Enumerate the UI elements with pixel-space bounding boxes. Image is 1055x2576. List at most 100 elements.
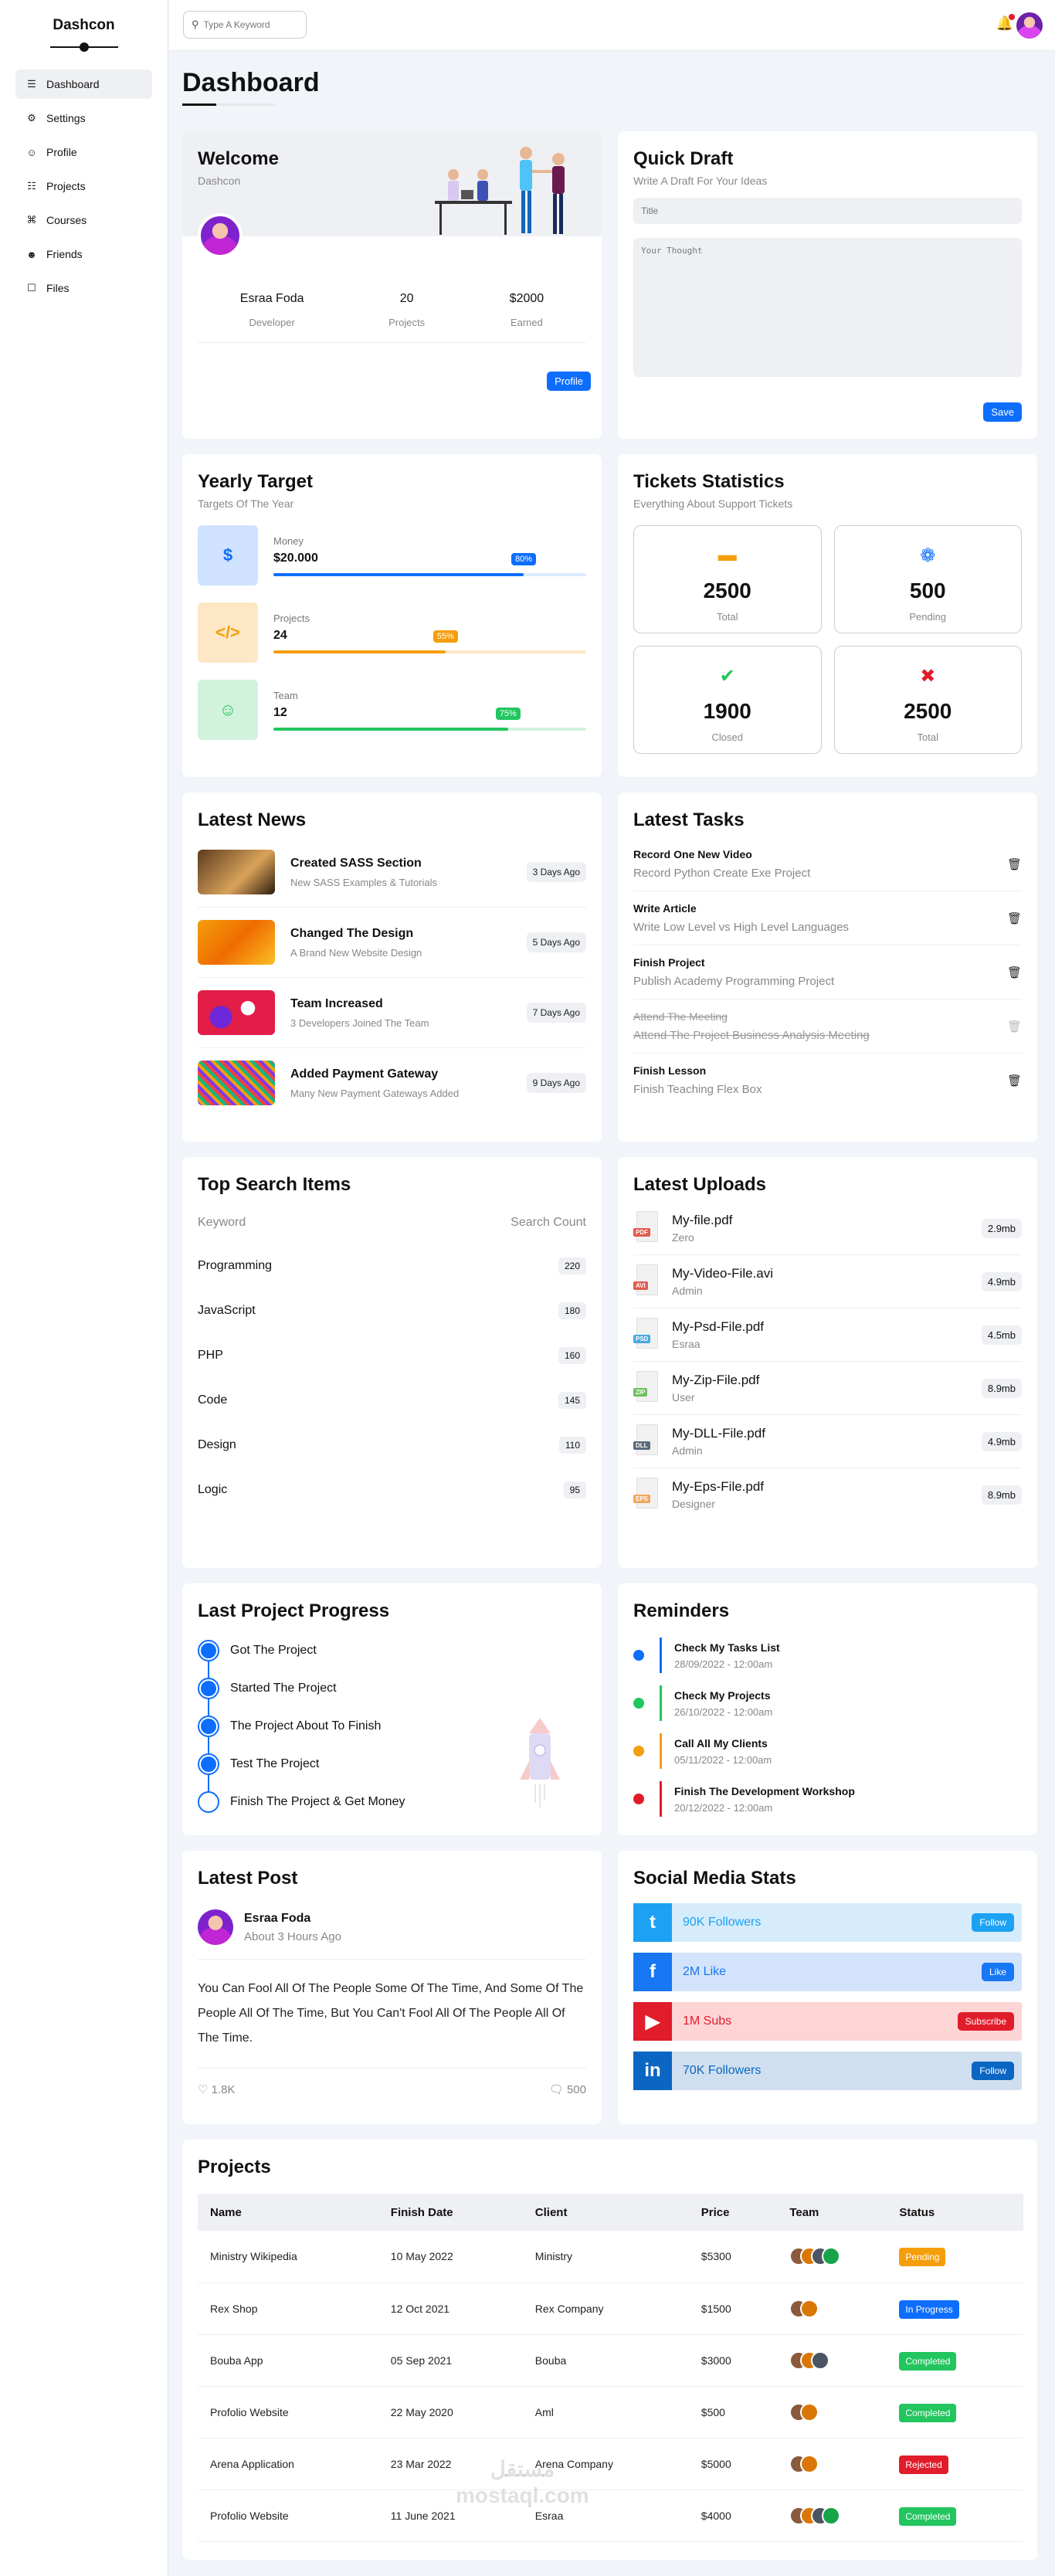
status-badge: Completed bbox=[899, 2403, 957, 2422]
sidebar-item-projects[interactable]: ☷ Projects bbox=[15, 171, 152, 201]
team-member-avatar bbox=[822, 2247, 841, 2266]
cell-team bbox=[777, 2438, 887, 2490]
reminder-text: Check My Projects 26/10/2022 - 12:00am bbox=[674, 1689, 772, 1718]
user-avatar[interactable] bbox=[1016, 12, 1043, 39]
search-keyword: JavaScript bbox=[198, 1304, 256, 1317]
save-button[interactable]: Save bbox=[983, 402, 1022, 422]
user-name: Esraa Foda bbox=[239, 292, 304, 305]
notification-bell-icon[interactable]: 🔔 bbox=[996, 14, 1015, 32]
news-date-badge: 5 Days Ago bbox=[526, 932, 586, 952]
sidebar-item-label: Courses bbox=[46, 214, 87, 226]
stat-name: Esraa Foda Developer bbox=[240, 292, 304, 328]
trash-icon[interactable]: 🗑 bbox=[1007, 911, 1022, 925]
progress-step-circle bbox=[198, 1790, 219, 1813]
graduation-cap-icon: ⌘ bbox=[26, 214, 37, 226]
trash-icon[interactable]: 🗑 bbox=[1007, 1020, 1022, 1033]
projects-card: Projects Name Finish Date Client Price Team S… bbox=[182, 2140, 1037, 2560]
target-row-team: ☺ Team 12 75% bbox=[198, 680, 586, 740]
latest-news-card: Latest News Created SASS Section New SASS… bbox=[182, 792, 602, 1142]
column-header-name: Name bbox=[198, 2194, 378, 2231]
target-body: Team 12 75% bbox=[273, 690, 586, 731]
cell-price: $4000 bbox=[688, 2489, 778, 2542]
reminder-date: 05/11/2022 - 12:00am bbox=[674, 1753, 772, 1766]
team-avatars bbox=[789, 2454, 874, 2473]
news-item[interactable]: Added Payment Gateway Many New Payment Ga… bbox=[198, 1048, 586, 1118]
cell-status: Completed bbox=[887, 2334, 1023, 2387]
likes[interactable]: ♡ 1.8K bbox=[198, 2082, 235, 2096]
reminder-title: Finish The Development Workshop bbox=[674, 1784, 855, 1797]
sidebar-item-settings[interactable]: ⚙ Settings bbox=[15, 104, 152, 133]
user-icon: ☺ bbox=[26, 146, 37, 158]
reminder-date: 20/12/2022 - 12:00am bbox=[674, 1801, 773, 1814]
ticket-value: 1900 bbox=[703, 699, 751, 723]
upload-item[interactable]: EPS My-Eps-File.pdf Designer 8.9mb bbox=[633, 1468, 1022, 1521]
reminder-date: 26/10/2022 - 12:00am bbox=[674, 1705, 773, 1718]
upload-size-badge: 4.5mb bbox=[981, 1325, 1022, 1345]
projects-label: Projects bbox=[388, 317, 426, 328]
sidebar-item-label: Friends bbox=[46, 248, 83, 260]
table-row: Bouba App 05 Sep 2021 Bouba $3000 Completed bbox=[198, 2334, 1023, 2387]
target-progress-track: 75% bbox=[273, 707, 586, 731]
trash-icon[interactable]: 🗑 bbox=[1007, 966, 1022, 979]
news-item-subtitle: New SASS Examples & Tutorials bbox=[290, 876, 438, 888]
chart-icon: ☰ bbox=[27, 78, 36, 90]
news-list: Created SASS Section New SASS Examples & … bbox=[182, 837, 602, 1118]
sidebar-item-label: Projects bbox=[46, 180, 86, 192]
draft-body-textarea[interactable]: Your Thought bbox=[633, 238, 1022, 377]
sidebar-item-files[interactable]: ☐ Files bbox=[15, 273, 152, 303]
task-text: Record One New Video Record Python Create… bbox=[633, 848, 1007, 880]
trash-icon[interactable]: 🗑 bbox=[1007, 857, 1022, 871]
progress-step-label: Got The Project bbox=[230, 1643, 317, 1657]
target-percent-badge: 75% bbox=[495, 707, 521, 720]
upload-item[interactable]: AVI My-Video-File.avi Admin 4.9mb bbox=[633, 1255, 1022, 1308]
progress-step-circle bbox=[198, 1753, 219, 1775]
social-follow-button[interactable]: Follow bbox=[972, 2062, 1014, 2080]
upload-item[interactable]: PDF My-file.pdf Zero 2.9mb bbox=[633, 1202, 1022, 1255]
task-item: Attend The Meeting Attend The Project Bus… bbox=[633, 1000, 1022, 1054]
news-item[interactable]: Created SASS Section New SASS Examples & … bbox=[198, 837, 586, 908]
upload-item[interactable]: ZIP My-Zip-File.pdf User 8.9mb bbox=[633, 1362, 1022, 1415]
sidebar-item-courses[interactable]: ⌘ Courses bbox=[15, 205, 152, 235]
top-header: ⚲ Type A Keyword 🔔 bbox=[169, 0, 1055, 51]
social-like-button[interactable]: Like bbox=[981, 1963, 1014, 1981]
news-item-subtitle: A Brand New Website Design bbox=[290, 946, 422, 959]
reminder-item: Call All My Clients 05/11/2022 - 12:00am bbox=[633, 1727, 1022, 1775]
profile-button[interactable]: Profile bbox=[547, 372, 591, 391]
post-time: About 3 Hours Ago bbox=[244, 1929, 341, 1943]
file-psd-icon: PSD bbox=[633, 1318, 661, 1352]
file-pdf-icon: PDF bbox=[633, 1211, 661, 1245]
news-date-badge: 9 Days Ago bbox=[526, 1073, 586, 1093]
sidebar-item-friends[interactable]: ☻ Friends bbox=[15, 239, 152, 269]
social-follow-button[interactable]: Follow bbox=[972, 1913, 1014, 1932]
target-progress-fill bbox=[273, 572, 524, 576]
trash-icon[interactable]: 🗑 bbox=[1007, 1074, 1022, 1088]
upload-item[interactable]: PSD My-Psd-File.pdf Esraa 4.5mb bbox=[633, 1308, 1022, 1362]
team-illustration bbox=[435, 147, 565, 235]
search-keyword: Programming bbox=[198, 1259, 273, 1272]
search-item-row: Programming 220 bbox=[198, 1244, 586, 1288]
cell-name: Ministry Wikipedia bbox=[198, 2231, 378, 2283]
news-item-title: Team Increased bbox=[290, 996, 383, 1010]
target-progress-track: 80% bbox=[273, 552, 586, 576]
table-row: Arena Application 23 Mar 2022 Arena Compan… bbox=[198, 2438, 1023, 2490]
draft-title: Quick Draft bbox=[633, 148, 734, 169]
upload-size-badge: 4.9mb bbox=[981, 1271, 1022, 1291]
draft-title-input[interactable]: Title bbox=[633, 198, 1022, 224]
social-subscribe-button[interactable]: Subscribe bbox=[957, 2012, 1014, 2031]
sidebar-item-dashboard[interactable]: ☰ Dashboard bbox=[15, 70, 152, 99]
target-body: Projects 24 55% bbox=[273, 613, 586, 653]
news-item[interactable]: Team Increased 3 Developers Joined The Te… bbox=[198, 978, 586, 1048]
ticket-stat-total: ✖ 2500 Total bbox=[833, 646, 1022, 754]
reminder-item: Finish The Development Workshop 20/12/202… bbox=[633, 1775, 1022, 1823]
column-header-client: Client bbox=[522, 2194, 689, 2231]
tickets-header: Tickets Statistics Everything About Supp… bbox=[618, 471, 1037, 510]
sidebar-item-profile[interactable]: ☺ Profile bbox=[15, 137, 152, 167]
news-date-badge: 7 Days Ago bbox=[526, 1003, 586, 1023]
upload-item[interactable]: DLL My-DLL-File.pdf Admin 4.9mb bbox=[633, 1415, 1022, 1468]
comments[interactable]: 🗨 500 bbox=[549, 2082, 586, 2096]
news-item[interactable]: Changed The Design A Brand New Website De… bbox=[198, 908, 586, 978]
file-page bbox=[636, 1318, 658, 1349]
ticket-stat-total: ▬ 2500 Total bbox=[633, 525, 822, 633]
search-input[interactable]: ⚲ Type A Keyword bbox=[183, 11, 307, 39]
upload-owner: Zero bbox=[672, 1231, 694, 1244]
